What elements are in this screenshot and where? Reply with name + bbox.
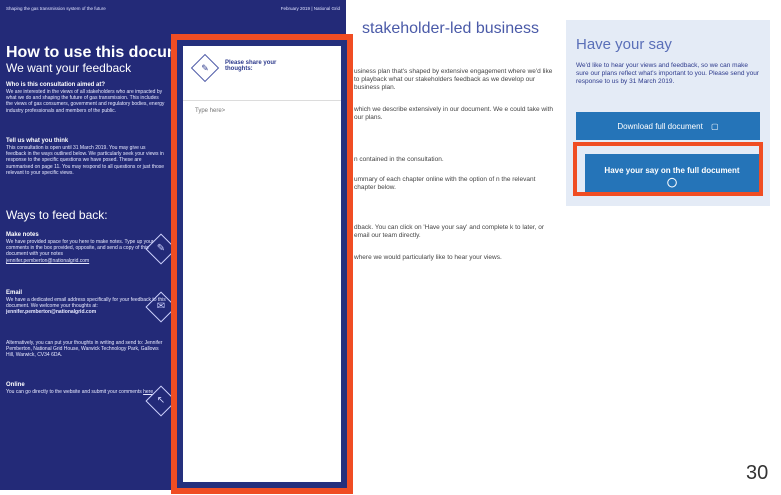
online-block: Online You can go directly to the websit… bbox=[6, 382, 166, 395]
online-body: You can go directly to the website and s… bbox=[6, 389, 142, 395]
download-label: Download full document bbox=[617, 122, 703, 131]
section-tell-us-body: This consultation is open until 31 March… bbox=[6, 145, 165, 176]
notes-panel: ✎ Please share your thoughts: bbox=[171, 34, 353, 494]
web-paragraph: usiness plan that's shaped by extensive … bbox=[354, 68, 553, 91]
post-body: Alternatively, you can put your thoughts… bbox=[6, 340, 163, 359]
email-title: Email bbox=[6, 290, 23, 296]
email-body: We have a dedicated email address specif… bbox=[6, 297, 166, 310]
notes-box: ✎ Please share your thoughts: bbox=[183, 46, 341, 482]
web-paragraph: dback. You can click on 'Have your say' … bbox=[354, 224, 545, 239]
make-notes-body: We have provided space for you here to m… bbox=[6, 239, 154, 258]
document-icon: ▢ bbox=[711, 122, 719, 131]
chat-icon: ◯ bbox=[666, 177, 678, 187]
section-audience-title: Who is this consultation aimed at? bbox=[6, 82, 106, 88]
section-tell-us-title: Tell us what you think bbox=[6, 138, 69, 144]
section-tell-us: Tell us what you think This consultation… bbox=[6, 138, 166, 176]
doc-header-title: Shaping the gas transmission system of t… bbox=[6, 6, 106, 11]
web-heading: stakeholder-led business bbox=[362, 20, 539, 37]
web-paragraph: which we describe extensively in our doc… bbox=[354, 106, 553, 121]
notes-divider bbox=[183, 100, 341, 101]
make-notes-title: Make notes bbox=[6, 232, 39, 238]
email-block: Email We have a dedicated email address … bbox=[6, 290, 166, 316]
web-paragraph: where we would particularly like to hear… bbox=[354, 254, 502, 261]
doc-header-date: February 2019 | National Grid bbox=[280, 6, 340, 11]
make-notes-block: Make notes We have provided space for yo… bbox=[6, 232, 166, 264]
section-audience-body: We are interested in the views of all st… bbox=[6, 89, 165, 114]
doc-header: Shaping the gas transmission system of t… bbox=[6, 6, 340, 11]
email-address[interactable]: jennifer.pemberton@nationalgrid.com bbox=[6, 309, 166, 315]
pencil-icon: ✎ bbox=[190, 53, 220, 83]
have-your-say-label: Have your say on the full document bbox=[604, 166, 740, 175]
notes-input[interactable] bbox=[193, 106, 331, 472]
web-paragraph: ummary of each chapter online with the o… bbox=[354, 176, 536, 191]
have-your-say-highlight: Have your say on the full document ◯ bbox=[573, 142, 763, 196]
post-block: Alternatively, you can put your thoughts… bbox=[6, 340, 166, 359]
ways-heading: Ways to feed back: bbox=[6, 208, 108, 222]
page-number: 30 bbox=[746, 462, 769, 484]
online-title: Online bbox=[6, 382, 25, 388]
make-notes-email[interactable]: jennifer.pemberton@nationalgrid.com bbox=[6, 258, 166, 264]
section-audience: Who is this consultation aimed at? We ar… bbox=[6, 82, 166, 114]
download-document-button[interactable]: Download full document ▢ bbox=[576, 112, 760, 140]
web-paragraph: n contained in the consultation. bbox=[354, 156, 444, 163]
notes-title: Please share your thoughts: bbox=[225, 60, 277, 72]
card-body: We'd like to hear your views and feedbac… bbox=[576, 62, 759, 85]
have-your-say-button[interactable]: Have your say on the full document ◯ bbox=[585, 154, 759, 192]
card-title: Have your say bbox=[576, 36, 672, 53]
doc-subtitle: We want your feedback bbox=[6, 61, 132, 75]
